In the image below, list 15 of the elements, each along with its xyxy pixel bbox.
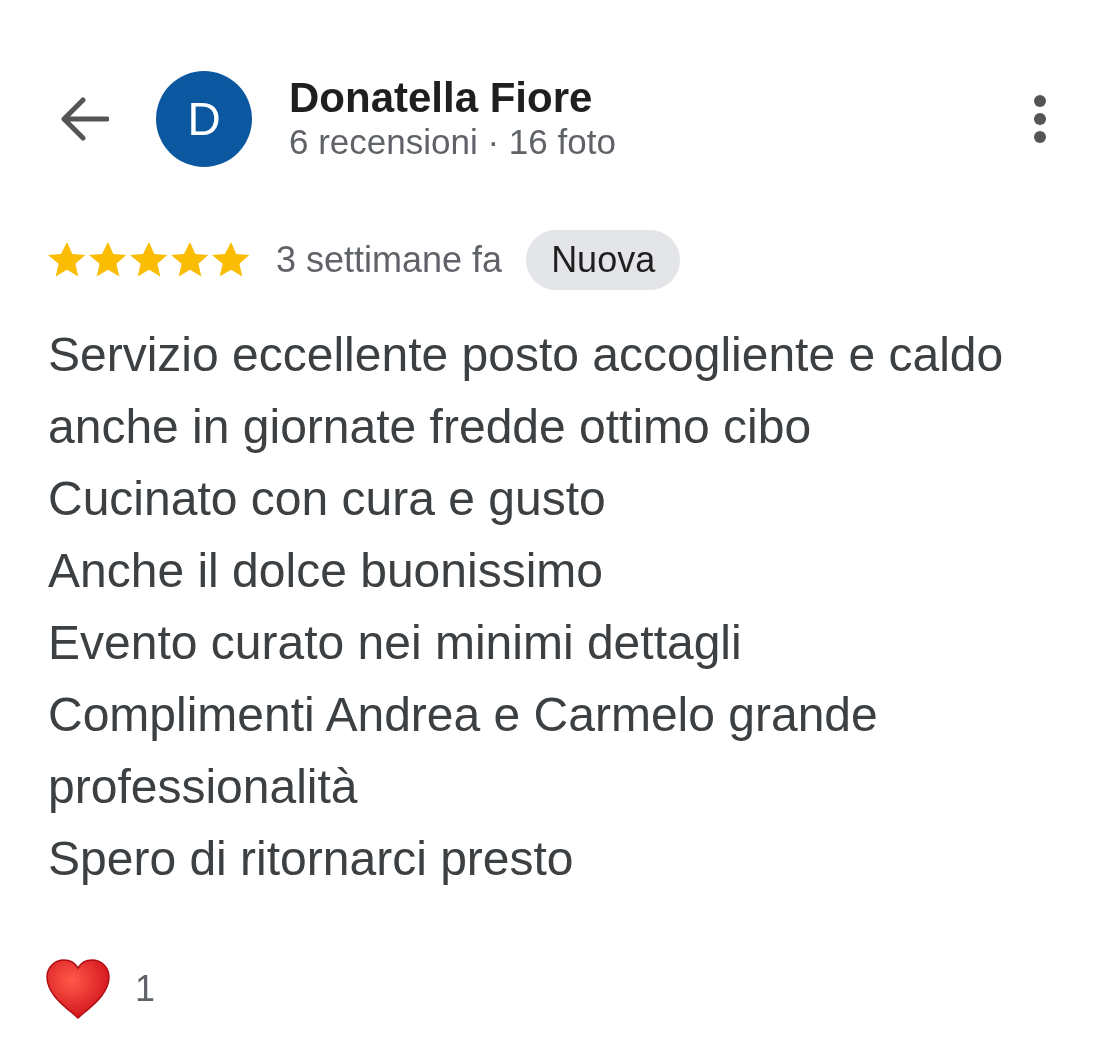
author-name[interactable]: Donatella Fiore: [289, 75, 593, 121]
star-icon: [89, 241, 127, 279]
heart-icon[interactable]: [45, 958, 111, 1020]
star-icon: [212, 241, 250, 279]
star-icon: [171, 241, 209, 279]
more-options-icon[interactable]: [1032, 95, 1048, 143]
star-icon: [48, 241, 86, 279]
author-stats: 6 recensioni · 16 foto: [289, 121, 616, 163]
new-badge: Nuova: [526, 230, 681, 290]
avatar[interactable]: D: [156, 71, 252, 167]
back-arrow-icon[interactable]: [59, 97, 109, 141]
review-time: 3 settimane fa: [276, 239, 503, 281]
reaction-count: 1: [135, 968, 156, 1010]
review-text: Servizio eccellente posto accogliente e caldo anche in giornate fredde ottimo cibo Cucinato con cura e gusto Anche il dolce buonissimo Evento curato nei minimi dettagli Complimenti Andrea e Carmelo grande professionalità Spero di ritornarci presto: [48, 327, 1005, 887]
star-icon: [130, 241, 168, 279]
